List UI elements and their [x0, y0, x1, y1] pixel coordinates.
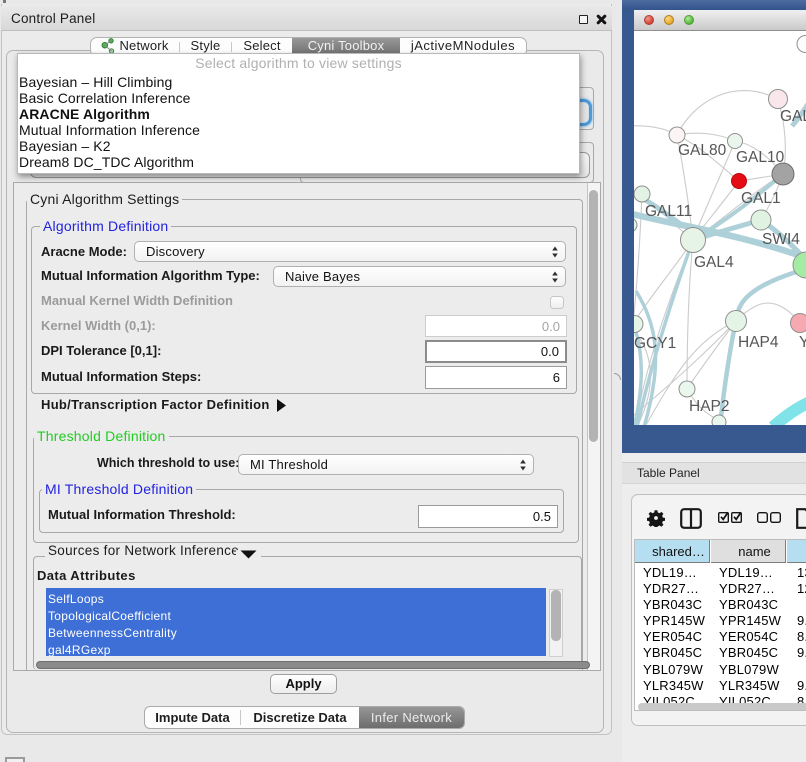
svg-text:HAP2: HAP2 — [689, 398, 730, 415]
svg-text:GAL2: GAL2 — [780, 108, 806, 125]
svg-text:Y: Y — [799, 334, 806, 351]
svg-text:GAL4: GAL4 — [694, 254, 734, 271]
svg-text:HAP4: HAP4 — [738, 334, 779, 351]
svg-text:GCY1: GCY1 — [634, 335, 676, 352]
svg-text:GAL10: GAL10 — [736, 149, 785, 166]
svg-text:GAL80: GAL80 — [678, 142, 727, 159]
svg-text:GAL1: GAL1 — [741, 190, 781, 207]
svg-text:SWI4: SWI4 — [762, 231, 800, 248]
svg-text:GAL11: GAL11 — [645, 203, 692, 220]
